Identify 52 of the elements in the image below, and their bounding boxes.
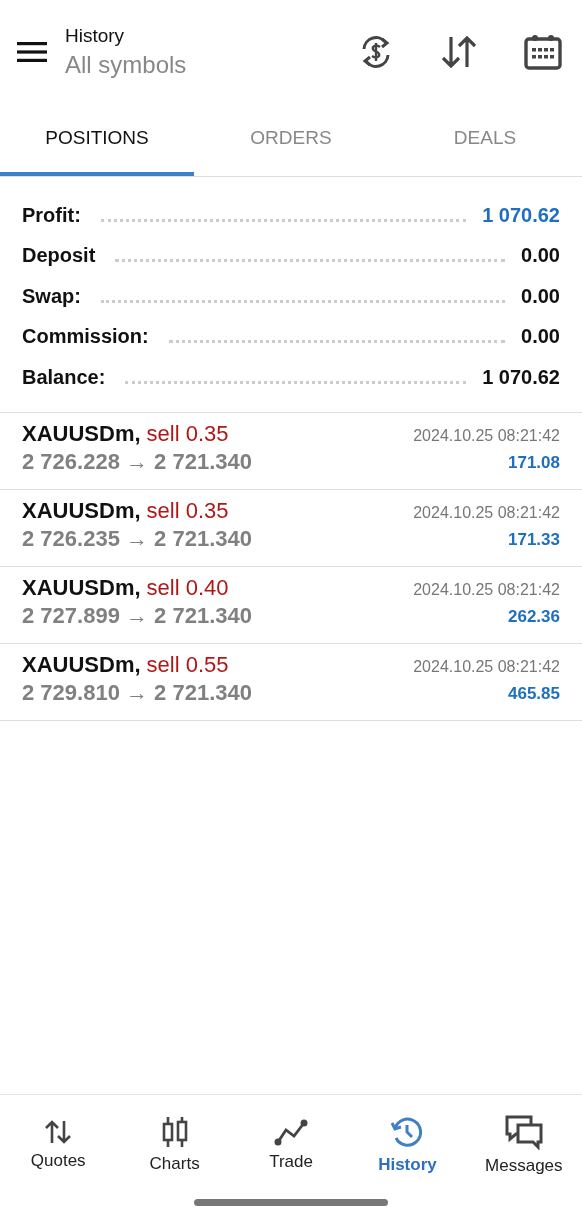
nav-tab[interactable]: Quotes xyxy=(0,1119,117,1171)
nav-tab[interactable]: Trade xyxy=(232,1118,350,1172)
deal-prices: 2 727.899 → 2 721.340 xyxy=(22,602,252,629)
deal-row[interactable]: XAUUSDm, sell 0.35 2 726.235 → 2 721.340 2024.10.25 08:21:42 171.33 xyxy=(0,489,582,567)
tab[interactable]: POSITIONS xyxy=(0,104,194,176)
candlestick-icon xyxy=(160,1116,189,1148)
line-chart-icon xyxy=(274,1118,308,1146)
deal-symbol: XAUUSDm, xyxy=(22,574,141,601)
deal-row[interactable]: XAUUSDm, sell 0.55 2 729.810 → 2 721.340 2024.10.25 08:21:42 465.85 xyxy=(0,643,582,721)
summary-value: 0.00 xyxy=(521,325,560,349)
nav-tab[interactable]: Charts xyxy=(116,1116,233,1174)
menu-icon[interactable] xyxy=(17,41,47,63)
summary-value: 0.00 xyxy=(521,244,560,268)
deal-profit: 465.85 xyxy=(508,683,560,704)
nav-tab[interactable]: History xyxy=(349,1115,466,1175)
deal-row[interactable]: XAUUSDm, sell 0.40 2 727.899 → 2 721.340 2024.10.25 08:21:42 262.36 xyxy=(0,566,582,644)
symbol-filter[interactable]: All symbols xyxy=(65,51,187,79)
deal-symbol: XAUUSDm, xyxy=(22,651,141,678)
summary-label: Commission: xyxy=(22,325,149,349)
summary-value: 1 070.62 xyxy=(482,203,560,227)
summary-label: Balance: xyxy=(22,365,106,389)
calendar-icon[interactable] xyxy=(524,34,562,70)
summary-label: Deposit xyxy=(22,244,96,268)
screen-title: History xyxy=(65,25,125,47)
deal-prices: 2 729.810 → 2 721.340 xyxy=(22,679,252,706)
deal-trade: sell 0.55 xyxy=(146,651,229,678)
deal-row[interactable]: XAUUSDm, sell 0.35 2 726.228 → 2 721.340 2024.10.25 08:21:42 171.08 xyxy=(0,412,582,490)
sort-icon[interactable] xyxy=(440,35,478,69)
deal-symbol: XAUUSDm, xyxy=(22,497,141,524)
deal-symbol: XAUUSDm, xyxy=(22,420,141,447)
deal-trade: sell 0.40 xyxy=(146,574,229,601)
deal-profit: 171.08 xyxy=(508,452,560,473)
deal-profit: 262.36 xyxy=(508,606,560,627)
tab[interactable]: ORDERS xyxy=(194,104,388,176)
history-icon xyxy=(390,1115,425,1149)
deal-time: 2024.10.25 08:21:42 xyxy=(413,503,560,522)
summary-label: Profit: xyxy=(22,203,81,227)
deal-profit: 171.33 xyxy=(508,529,560,550)
deal-prices: 2 726.228 → 2 721.340 xyxy=(22,448,252,475)
deal-trade: sell 0.35 xyxy=(146,420,229,447)
deal-time: 2024.10.25 08:21:42 xyxy=(413,580,560,599)
tab[interactable]: DEALS xyxy=(388,104,582,176)
summary-value: 0.00 xyxy=(521,284,560,308)
summary-value: 1 070.62 xyxy=(482,365,560,389)
deal-prices: 2 726.235 → 2 721.340 xyxy=(22,525,252,552)
arrows-icon xyxy=(44,1119,73,1145)
chat-icon xyxy=(503,1114,544,1150)
deal-time: 2024.10.25 08:21:42 xyxy=(413,426,560,445)
deal-trade: sell 0.35 xyxy=(146,497,229,524)
nav-tab[interactable]: Messages xyxy=(465,1114,582,1176)
summary-label: Swap: xyxy=(22,284,81,308)
deal-time: 2024.10.25 08:21:42 xyxy=(413,657,560,676)
